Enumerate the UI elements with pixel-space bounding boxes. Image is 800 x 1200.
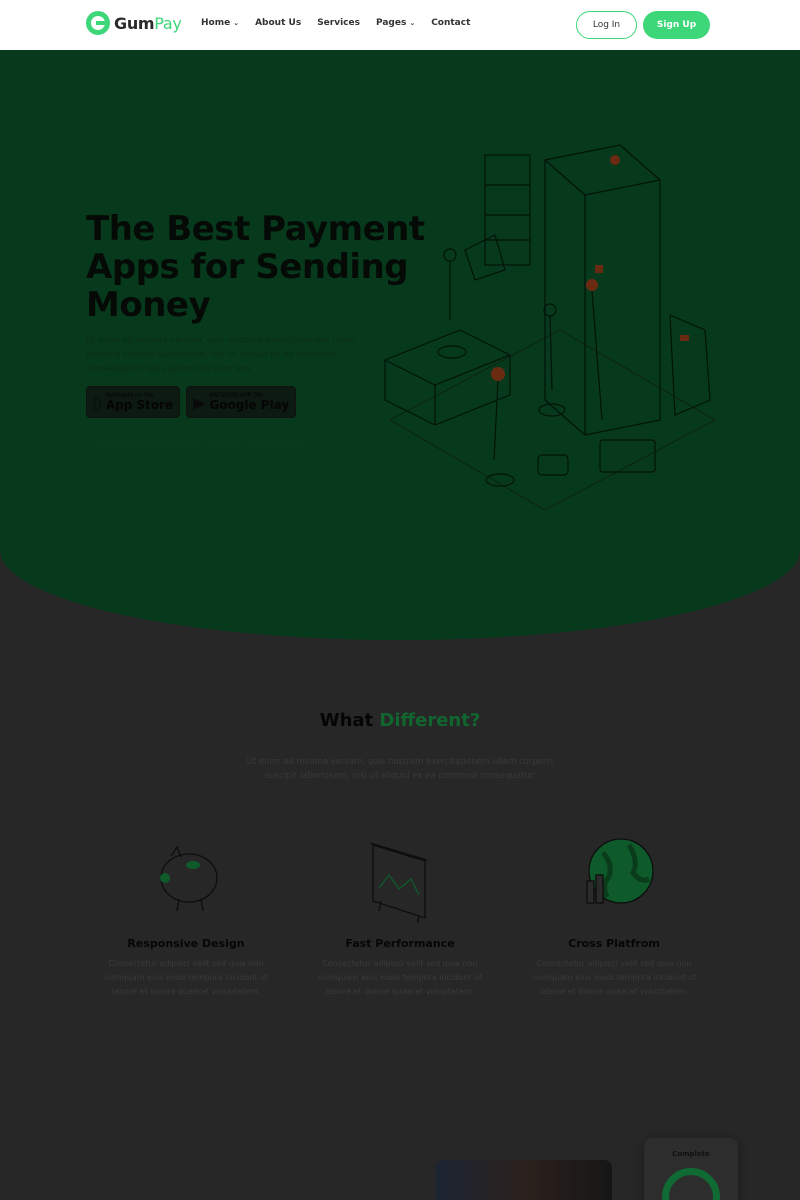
feature-card: Fast Performance Consectetur adipisci ve… (310, 830, 490, 999)
nav-item-about[interactable]: About Us (255, 18, 301, 28)
nav-item-contact[interactable]: Contact (431, 18, 470, 28)
signup-button[interactable]: Sign Up (643, 11, 710, 39)
feature-text: Consectetur adipisci velit sed quia non … (531, 959, 697, 996)
apple-icon: ▯ (93, 392, 102, 412)
feature-card: Responsive Design Consectetur adipisci v… (96, 830, 276, 999)
chevron-down-icon: ⌄ (233, 19, 240, 27)
logo-g-icon (86, 11, 110, 35)
photo-card (436, 1160, 612, 1200)
google-play-badge[interactable]: ▶ ANDROID APP ON Google Play (186, 386, 297, 418)
feature-text: Consectetur adipisci velit sed quia non … (103, 959, 269, 996)
main-nav: Home ⌄ About Us Services Pages ⌄ Contact (201, 18, 486, 28)
hero-text: Ut enim ad minima veniam, quis nostrum e… (86, 336, 356, 374)
payment-illustration (384, 144, 717, 511)
nav-item-services[interactable]: Services (317, 18, 360, 28)
badge-big-text: Google Play (209, 398, 290, 412)
nav-item-home[interactable]: Home ⌄ (201, 18, 239, 28)
store-badges: ▯ Available on the App Store ▶ ANDROID A… (86, 386, 302, 418)
logo-text: GumPay (114, 13, 182, 33)
section-text: Ut enim ad minima veniam, quis nostrum e… (246, 757, 554, 781)
feature-title: Responsive Design (127, 937, 245, 950)
logo[interactable]: GumPay (86, 11, 182, 35)
play-icon: ▶ (193, 392, 206, 412)
feature-text: Consectetur adipisci velit sed quia non … (317, 959, 483, 996)
feature-title: Cross Platfrom (568, 937, 660, 950)
nav-item-pages[interactable]: Pages ⌄ (376, 18, 415, 28)
navbar: GumPay Home ⌄ About Us Services Pages ⌄ Co… (0, 0, 800, 50)
badge-big-text: App Store (105, 398, 174, 412)
feature-card: Cross Platfrom Consectetur adipisci veli… (524, 830, 704, 999)
hero-note: * Culpa mollitia atque dolores aliquam l… (86, 437, 311, 446)
login-button[interactable]: Log In (576, 11, 637, 39)
section-title: What Different? (319, 710, 481, 731)
chart-board-icon (310, 830, 490, 925)
complete-label: Complete (672, 1150, 710, 1158)
progress-ring (662, 1168, 720, 1200)
chevron-down-icon: ⌄ (409, 19, 416, 27)
feature-title: Fast Performance (345, 937, 455, 950)
piggy-bank-icon (96, 830, 276, 925)
complete-card: Complete (644, 1138, 738, 1200)
globe-icon (524, 830, 704, 925)
app-store-badge[interactable]: ▯ Available on the App Store (86, 386, 181, 418)
